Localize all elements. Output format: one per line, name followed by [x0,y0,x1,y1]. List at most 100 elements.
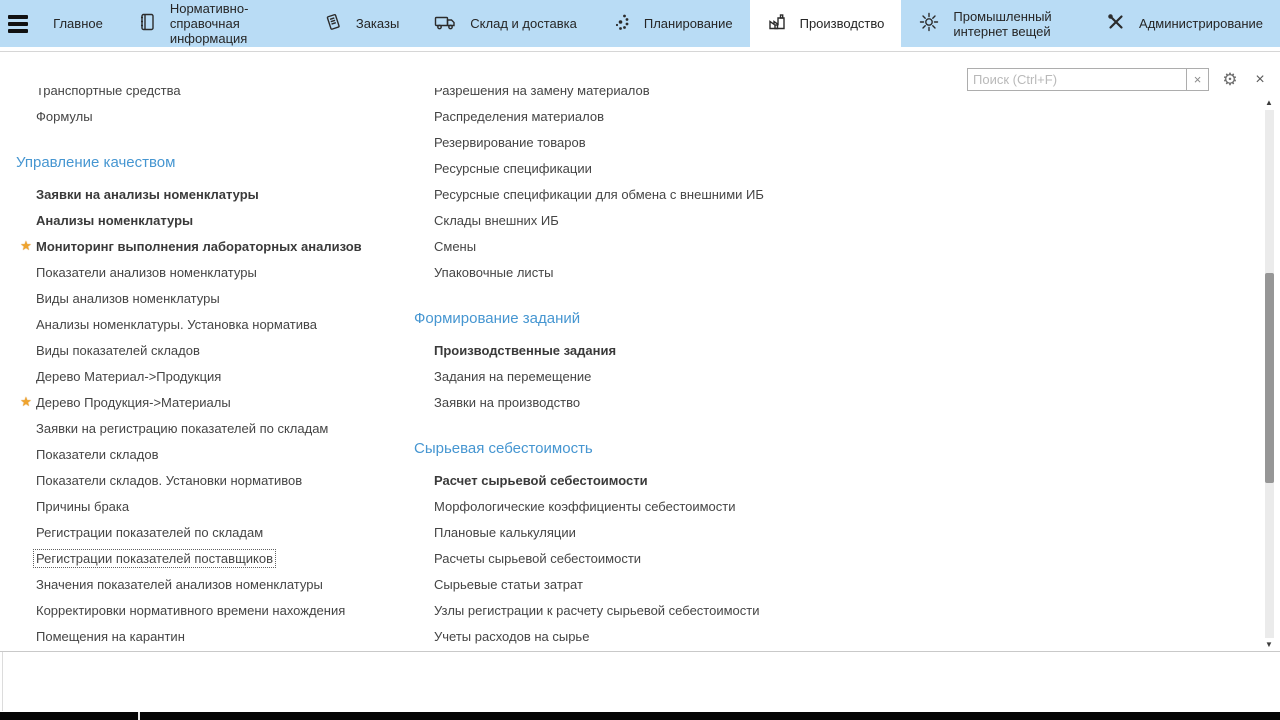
menu-item-label: Ресурсные спецификации [434,161,592,176]
menu-item-label: Учеты расходов на сырье [434,629,589,644]
crossed-tools-icon [1106,12,1126,35]
menu-item[interactable]: Заявки на производство [414,389,1194,415]
menu-item-label: Показатели складов. Установки нормативов [36,473,302,488]
menu-item[interactable]: Морфологические коэффициенты себестоимос… [414,493,1194,519]
menu-item[interactable]: ★Мониторинг выполнения лабораторных анал… [16,233,416,259]
menu-item[interactable]: Распределения материалов [414,103,1194,129]
scrollbar-thumb[interactable] [1265,273,1274,483]
favorite-star-icon[interactable]: ★ [17,233,35,259]
menu-item-label: Дерево Материал->Продукция [36,369,221,384]
menu-item[interactable]: Значения показателей анализов номенклату… [16,571,416,597]
menu-item-label: Анализы номенклатуры [36,213,193,228]
menu-item[interactable]: Транспортные средства [16,88,416,103]
menu-item[interactable]: Корректировки нормативного времени нахож… [16,597,416,623]
tab-planirovanie[interactable]: Планирование [594,0,750,47]
menu-item-label: Формулы [36,109,93,124]
tab-glavnoe[interactable]: Главное [36,0,120,47]
tab-label: Нормативно-справочная информация [170,1,289,46]
menu-item-label: Узлы регистрации к расчету сырьевой себе… [434,603,759,618]
menu-item[interactable]: Причины брака [16,493,416,519]
menu-item[interactable]: Дерево Материал->Продукция [16,363,416,389]
menu-item[interactable]: Разрешения на замену материалов [414,88,1194,103]
menu-item[interactable]: Виды показателей складов [16,337,416,363]
receipt-icon [323,12,343,35]
menu-item[interactable]: Показатели анализов номенклатуры [16,259,416,285]
menu-item[interactable]: Задания на перемещение [414,363,1194,389]
menu-item[interactable]: Расчет сырьевой себестоимости [414,467,1194,493]
tab-label: Администрирование [1139,16,1263,31]
menu-item[interactable]: Плановые калькуляции [414,519,1194,545]
menu-item[interactable]: Показатели складов. Установки нормативов [16,467,416,493]
menu-item[interactable]: Регистрации показателей поставщиков [16,545,416,571]
menu-item[interactable]: Ресурсные спецификации [414,155,1194,181]
menu-item-label: Показатели складов [36,447,158,462]
menu-item-label: Помещения на карантин [36,629,185,644]
tab-administrirovanie[interactable]: Администрирование [1089,0,1280,47]
menu-item[interactable]: Помещения на карантин [16,623,416,649]
menu-item[interactable]: Регистрации показателей по складам [16,519,416,545]
menu-item[interactable]: Расчеты сырьевой себестоимости [414,545,1194,571]
iot-gear-icon [918,11,940,36]
menu-item-label: Склады внешних ИБ [434,213,559,228]
menu-item-label: Расчет сырьевой себестоимости [434,473,648,488]
favorite-star-icon[interactable]: ★ [17,389,35,415]
tab-label: Заказы [356,16,399,31]
menu-item-label: Морфологические коэффициенты себестоимос… [434,499,736,514]
menu-item-label: Упаковочные листы [434,265,554,280]
gear-icon: ⚙ [1222,70,1237,90]
menu-item[interactable]: Виды анализов номенклатуры [16,285,416,311]
close-icon: × [1255,71,1264,89]
section-header: Сырьевая себестоимость [414,436,1194,462]
book-icon [137,12,157,35]
scrollbar-up-arrow[interactable]: ▲ [1263,96,1275,108]
menu-item[interactable]: Узлы регистрации к расчету сырьевой себе… [414,597,1194,623]
menu-item[interactable]: Заявки на регистрацию показателей по скл… [16,415,416,441]
menu-item[interactable]: Ресурсные спецификации для обмена с внеш… [414,181,1194,207]
menu-item[interactable]: Склады внешних ИБ [414,207,1194,233]
hamburger-icon [8,15,28,33]
menu-item[interactable]: Упаковочные листы [414,259,1194,285]
menu-item-label: Причины брака [36,499,129,514]
menu-item[interactable]: Учеты расходов на сырье [414,623,1194,649]
clear-icon: × [1194,72,1202,87]
menu-item[interactable]: Формулы [16,103,416,129]
menu-item-label: Дерево Продукция->Материалы [36,395,231,410]
menu-item-label: Заявки на производство [434,395,580,410]
menu-item[interactable]: Смены [414,233,1194,259]
truck-icon [433,12,457,35]
menu-item[interactable]: Заявки на анализы номенклатуры [16,181,416,207]
menu-item-label: Смены [434,239,476,254]
window-left-edge [2,652,3,711]
menu-item-label: Резервирование товаров [434,135,586,150]
menu-item[interactable]: Анализы номенклатуры. Установка норматив… [16,311,416,337]
menu-item[interactable]: Показатели складов [16,441,416,467]
scrollbar-down-arrow[interactable]: ▼ [1263,638,1275,650]
bottom-bar-tick [138,712,140,720]
main-section-tabbar: Главное Нормативно-справочная информация… [0,0,1280,47]
menu-item[interactable]: Анализы номенклатуры [16,207,416,233]
scrollbar-track[interactable] [1265,110,1274,638]
menu-item-label: Виды анализов номенклатуры [36,291,220,306]
menu-item-label: Заявки на анализы номенклатуры [36,187,259,202]
tab-nsi[interactable]: Нормативно-справочная информация [120,0,306,47]
bottom-bar [0,712,1280,720]
menu-item-label: Разрешения на замену материалов [434,88,650,98]
function-menu-panel: Транспортные средстваФормулыУправление к… [0,88,1262,650]
menu-item[interactable]: Резервирование товаров [414,129,1194,155]
menu-item[interactable]: Сырьевые статьи затрат [414,571,1194,597]
main-menu-button[interactable] [0,0,36,47]
tab-zakazy[interactable]: Заказы [306,0,416,47]
section-header: Формирование заданий [414,306,1194,332]
menu-column-left: Транспортные средстваФормулыУправление к… [16,88,416,649]
tabbar-separator [0,51,1280,52]
menu-item[interactable]: ★Дерево Продукция->Материалы [16,389,416,415]
menu-item-label: Расчеты сырьевой себестоимости [434,551,641,566]
menu-item[interactable]: Производственные задания [414,337,1194,363]
menu-item-label: Сырьевые статьи затрат [434,577,583,592]
tab-promyshlennyj-internet-veshchej[interactable]: Промышленный интернет вещей [901,0,1089,47]
menu-item-label: Мониторинг выполнения лабораторных анали… [36,239,362,254]
menu-item-label: Заявки на регистрацию показателей по скл… [36,421,328,436]
menu-item-label: Регистрации показателей поставщиков [34,550,275,567]
tab-proizvodstvo[interactable]: Производство [750,0,902,47]
tab-sklad[interactable]: Склад и доставка [416,0,594,47]
